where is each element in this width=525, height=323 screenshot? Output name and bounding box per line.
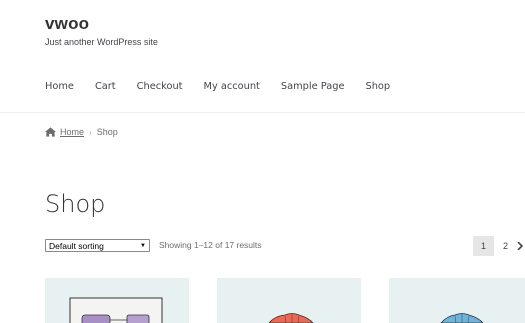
pagination-page-2[interactable]: 2 [495,236,516,256]
pagination: 1 2 [473,236,524,256]
breadcrumb-home-link[interactable]: Home [60,127,84,137]
nav-item-checkout[interactable]: Checkout [137,81,183,92]
hoodie-blue-image [389,278,525,323]
nav-item-sample-page[interactable]: Sample Page [281,81,345,92]
result-count: Showing 1–12 of 17 results [159,240,262,250]
primary-navigation: Home Cart Checkout My account Sample Pag… [45,81,411,92]
hoodie-red-image [217,278,361,323]
pagination-next-arrow-icon[interactable] [517,236,523,256]
sorting-selected-value: Default sorting [49,240,104,251]
product-card-hoodie-blue[interactable] [389,278,525,323]
pagination-page-1[interactable]: 1 [473,236,494,256]
nav-item-cart[interactable]: Cart [95,81,116,92]
product-card-hoodie-red[interactable] [217,278,361,323]
caret-down-icon: ▼ [140,242,146,249]
breadcrumb-current: Shop [96,127,118,137]
site-title[interactable]: vwoo [45,14,89,34]
poster-image [45,278,189,323]
sorting-select[interactable]: Default sorting ▼ [45,239,150,252]
home-icon [45,127,56,137]
nav-item-shop[interactable]: Shop [365,81,390,92]
header-divider [0,112,525,113]
nav-item-home[interactable]: Home [45,81,74,92]
site-tagline: Just another WordPress site [45,37,158,47]
breadcrumb: Home › Shop [45,127,118,137]
page-title: Shop [45,190,106,218]
product-card-poster[interactable] [45,278,189,323]
breadcrumb-separator: › [89,127,92,137]
nav-item-my-account[interactable]: My account [204,81,260,92]
